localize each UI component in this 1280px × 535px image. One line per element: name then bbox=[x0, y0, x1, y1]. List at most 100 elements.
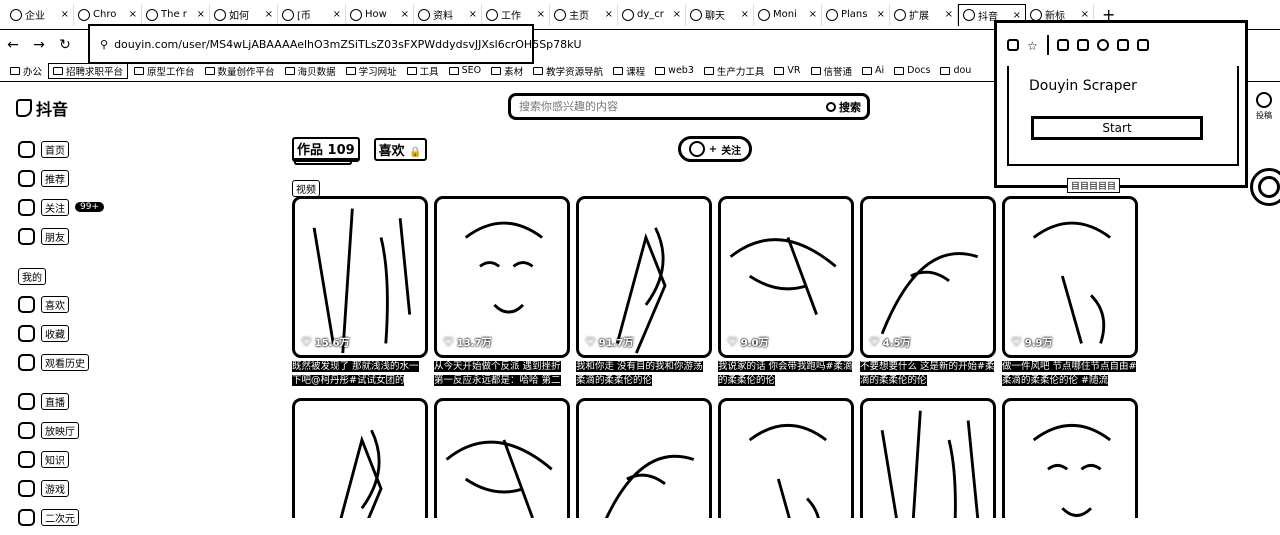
browser-tab[interactable]: 主页 × bbox=[550, 3, 618, 26]
video-thumbnail[interactable] bbox=[434, 398, 570, 518]
video-thumbnail[interactable]: ♡ 9.9万 bbox=[1002, 196, 1138, 358]
bookmark-item[interactable]: web3 bbox=[651, 65, 698, 76]
tab-likes[interactable]: 喜欢 🔒 bbox=[373, 138, 427, 161]
bookmark-item[interactable]: Docs bbox=[890, 65, 934, 76]
sidebar-item[interactable]: 放映厅 bbox=[18, 419, 128, 441]
bookmark-item[interactable]: 素材 bbox=[487, 64, 527, 78]
browser-tab[interactable]: The r × bbox=[142, 3, 210, 26]
video-thumbnail[interactable] bbox=[1002, 398, 1138, 518]
tab-close-icon[interactable]: × bbox=[809, 9, 817, 20]
tab-close-icon[interactable]: × bbox=[333, 9, 341, 20]
browser-tab[interactable]: Chro × bbox=[74, 3, 142, 26]
tab-close-icon[interactable]: × bbox=[741, 9, 749, 20]
bookmark-item[interactable]: VR bbox=[770, 65, 804, 76]
browser-tab[interactable]: 资料 × bbox=[414, 3, 482, 26]
bookmark-item[interactable]: 海贝数据 bbox=[281, 64, 340, 78]
address-bar[interactable]: ⚲ douyin.com/user/MS4wLjABAAAAelhO3mZSiT… bbox=[88, 24, 582, 64]
video-thumbnail[interactable] bbox=[576, 398, 712, 518]
browser-tab[interactable]: dy_cr × bbox=[618, 3, 686, 26]
video-card[interactable]: ♡ 9.9万 做一件风吧 节点哪住节点自由#柔滴的柔柔伦的伦 #随流 bbox=[1002, 196, 1138, 390]
video-card[interactable]: ♡ 91.7万 我和你走 没有目的我和你游荡 柔滴的柔柔伦的伦 bbox=[576, 196, 712, 390]
bookmark-item[interactable]: 工具 bbox=[403, 64, 443, 78]
bookmark-item[interactable]: dou bbox=[936, 65, 975, 76]
video-caption[interactable]: 不要想要什么 这是新的开始#柔滴的柔柔伦的伦 bbox=[860, 360, 996, 390]
sidebar-item[interactable]: 二次元 bbox=[18, 506, 128, 528]
tab-close-icon[interactable]: × bbox=[605, 9, 613, 20]
tab-close-icon[interactable]: × bbox=[945, 9, 953, 20]
search-input[interactable] bbox=[517, 99, 826, 114]
video-card[interactable] bbox=[576, 398, 712, 518]
bookmark-item[interactable]: 原型工作台 bbox=[130, 64, 199, 78]
tab-close-icon[interactable]: × bbox=[469, 9, 477, 20]
sidebar-item[interactable]: 关注 99+ bbox=[18, 196, 128, 218]
video-card[interactable] bbox=[434, 398, 570, 518]
reload-icon[interactable]: ↻ bbox=[52, 32, 78, 58]
video-card[interactable]: ♡ 9.0万 我说家的话 你会带我跑吗#柔滴的柔柔伦的伦 bbox=[718, 196, 854, 390]
bookmark-item[interactable]: 招聘求职平台 bbox=[48, 62, 129, 79]
bookmark-item[interactable]: 信誉通 bbox=[807, 64, 857, 78]
bookmark-item[interactable]: 生产力工具 bbox=[700, 64, 769, 78]
douyin-logo[interactable]: 抖音 bbox=[16, 96, 68, 120]
tab-close-icon[interactable]: × bbox=[1013, 10, 1021, 21]
browser-tab[interactable]: 扩展 × bbox=[890, 3, 958, 26]
floating-action-button[interactable] bbox=[1250, 168, 1280, 206]
sidebar-item[interactable]: 首页 bbox=[18, 138, 128, 160]
sidebar-item[interactable]: 游戏 bbox=[18, 477, 128, 499]
video-card[interactable] bbox=[1002, 398, 1138, 518]
video-card[interactable]: ♡ 15.6万 既然被发现了 那就浅浅的水一下吧@柯丹彤#试试女团的 bbox=[292, 196, 428, 390]
video-thumbnail[interactable] bbox=[860, 398, 996, 518]
tab-works[interactable]: 作品 109 bbox=[292, 137, 360, 162]
bookmark-item[interactable]: 教学资源导航 bbox=[529, 64, 607, 78]
video-thumbnail[interactable] bbox=[718, 398, 854, 518]
video-caption[interactable]: 从今天开始做个反派 遇到挫折第一反应永远都是：哈哈 第二 bbox=[434, 360, 570, 390]
video-card[interactable] bbox=[292, 398, 428, 518]
forward-icon[interactable]: → bbox=[26, 32, 52, 58]
browser-tab[interactable]: Moni × bbox=[754, 3, 822, 26]
video-caption[interactable]: 既然被发现了 那就浅浅的水一下吧@柯丹彤#试试女团的 bbox=[292, 360, 428, 390]
video-caption[interactable]: 做一件风吧 节点哪住节点自由#柔滴的柔柔伦的伦 #随流 bbox=[1002, 360, 1138, 390]
video-thumbnail[interactable]: ♡ 13.7万 bbox=[434, 196, 570, 358]
video-card[interactable] bbox=[718, 398, 854, 518]
browser-tab[interactable]: 企业 × bbox=[6, 3, 74, 26]
browser-tab[interactable]: How × bbox=[346, 3, 414, 26]
video-caption[interactable]: 我和你走 没有目的我和你游荡 柔滴的柔柔伦的伦 bbox=[576, 360, 712, 390]
screenshot-icon[interactable] bbox=[1007, 38, 1019, 51]
sidebar-item[interactable]: 直播 bbox=[18, 390, 128, 412]
video-card[interactable] bbox=[860, 398, 996, 518]
extension-icon-2[interactable] bbox=[1077, 38, 1089, 51]
bookmark-item[interactable]: 学习网址 bbox=[342, 64, 401, 78]
site-info-icon[interactable]: ⚲ bbox=[100, 38, 108, 51]
bookmark-star-icon[interactable]: ☆ bbox=[1027, 39, 1039, 53]
tab-close-icon[interactable]: × bbox=[197, 9, 205, 20]
browser-tab[interactable]: 如何 × bbox=[210, 3, 278, 26]
sidebar-item[interactable]: 喜欢 bbox=[18, 293, 128, 315]
sidebar-item[interactable]: 知识 bbox=[18, 448, 128, 470]
extensions-puzzle-icon[interactable] bbox=[1137, 38, 1149, 51]
tab-close-icon[interactable]: × bbox=[129, 9, 137, 20]
extension-icon-3[interactable] bbox=[1097, 38, 1109, 51]
sidebar-item[interactable]: 观看历史 bbox=[18, 351, 128, 373]
tab-close-icon[interactable]: × bbox=[1081, 9, 1089, 20]
search-button[interactable]: 搜索 bbox=[826, 99, 861, 115]
bookmark-item[interactable]: 课程 bbox=[609, 64, 649, 78]
browser-tab[interactable]: Plans × bbox=[822, 3, 890, 26]
sidebar-item[interactable]: 推荐 bbox=[18, 167, 128, 189]
follow-button[interactable]: + 关注 bbox=[678, 136, 752, 162]
tab-close-icon[interactable]: × bbox=[877, 9, 885, 20]
bookmark-item[interactable]: 数量创作平台 bbox=[201, 64, 279, 78]
bookmark-item[interactable]: Ai bbox=[858, 65, 888, 76]
start-button[interactable]: Start bbox=[1031, 116, 1203, 140]
bookmark-item[interactable]: SEO bbox=[445, 65, 486, 76]
video-thumbnail[interactable]: ♡ 4.5万 bbox=[860, 196, 996, 358]
video-card[interactable]: ♡ 4.5万 不要想要什么 这是新的开始#柔滴的柔柔伦的伦 bbox=[860, 196, 996, 390]
extension-icon-1[interactable] bbox=[1057, 38, 1069, 51]
bookmark-item[interactable]: 办公 bbox=[6, 64, 46, 78]
video-thumbnail[interactable]: ♡ 91.7万 bbox=[576, 196, 712, 358]
tab-close-icon[interactable]: × bbox=[537, 9, 545, 20]
browser-tab[interactable]: 工作 × bbox=[482, 3, 550, 26]
sidebar-section-my[interactable]: 我的 bbox=[18, 268, 46, 285]
browser-tab[interactable]: 聊天 × bbox=[686, 3, 754, 26]
right-rail-item[interactable]: 投稿 bbox=[1256, 92, 1272, 121]
tab-close-icon[interactable]: × bbox=[401, 9, 409, 20]
video-card[interactable]: ♡ 13.7万 从今天开始做个反派 遇到挫折第一反应永远都是：哈哈 第二 bbox=[434, 196, 570, 390]
